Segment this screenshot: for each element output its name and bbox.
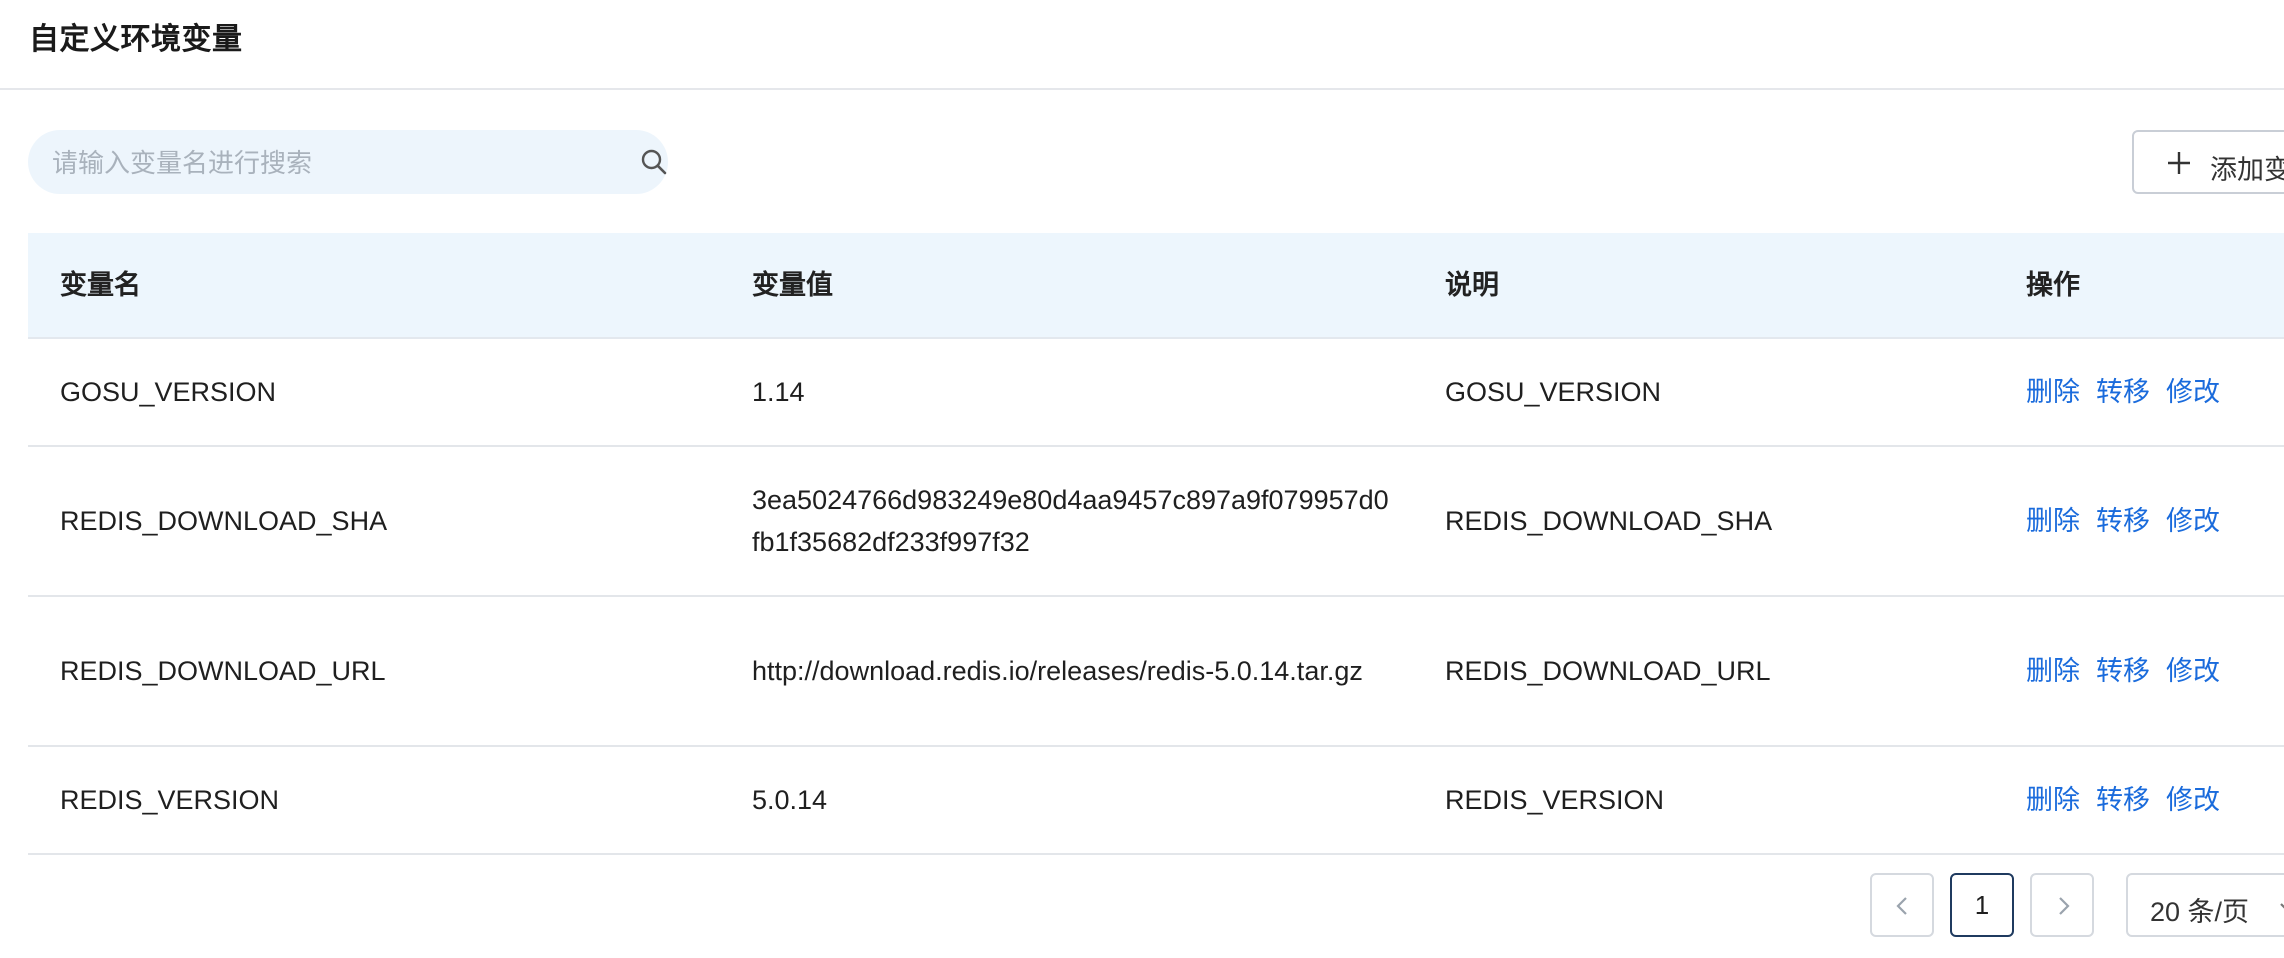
variable-value-cell: 5.0.14 — [752, 747, 1392, 853]
search-icon[interactable] — [640, 148, 668, 176]
page-size-label: 20 条/页 — [2150, 897, 2250, 927]
variables-table: 变量名 变量值 说明 操作 GOSU_VERSION 1.14 GOSU_VER… — [28, 233, 2284, 855]
column-header-actions: 操作 — [2026, 270, 2080, 300]
variable-description: REDIS_DOWNLOAD_URL — [1445, 656, 1771, 686]
delete-link[interactable]: 删除 — [2026, 371, 2080, 413]
variable-description: REDIS_DOWNLOAD_SHA — [1445, 506, 1773, 536]
title-bar: 自定义环境变量 — [0, 0, 2284, 90]
variable-name: GOSU_VERSION — [60, 377, 277, 407]
page-size-select[interactable]: 20 条/页 — [2126, 873, 2284, 937]
env-variables-page: 自定义环境变量 添加变 变量名 变量值 说明 操作 GOSU_VERS — [0, 0, 2284, 958]
variable-description: REDIS_VERSION — [1445, 785, 1665, 815]
table-row: REDIS_DOWNLOAD_SHA 3ea5024766d983249e80d… — [28, 447, 2284, 597]
row-actions: 删除 转移 修改 — [2026, 447, 2236, 595]
variable-value: http://download.redis.io/releases/redis-… — [752, 656, 1363, 686]
chevron-left-icon — [1896, 897, 1907, 915]
variable-description: GOSU_VERSION — [1445, 377, 1662, 407]
prev-page-button[interactable] — [1870, 873, 1934, 937]
column-header-name: 变量名 — [60, 270, 141, 300]
variable-name: REDIS_DOWNLOAD_URL — [60, 656, 386, 686]
chevron-down-icon — [2280, 903, 2284, 909]
transfer-link[interactable]: 转移 — [2096, 371, 2150, 413]
table-row: REDIS_VERSION 5.0.14 REDIS_VERSION 删除 转移… — [28, 747, 2284, 855]
variable-name: REDIS_DOWNLOAD_SHA — [60, 506, 388, 536]
column-header-description: 说明 — [1445, 270, 1499, 300]
plus-icon — [2164, 148, 2194, 178]
delete-link[interactable]: 删除 — [2026, 500, 2080, 542]
variable-value: 5.0.14 — [752, 785, 828, 815]
column-header-value: 变量值 — [752, 270, 833, 300]
table-header: 变量名 变量值 说明 操作 — [28, 233, 2284, 339]
edit-link[interactable]: 修改 — [2166, 371, 2220, 413]
edit-link[interactable]: 修改 — [2166, 650, 2220, 692]
search-input[interactable] — [50, 130, 614, 196]
page-title: 自定义环境变量 — [29, 23, 243, 56]
variable-value-cell: http://download.redis.io/releases/redis-… — [752, 597, 1392, 745]
page-number-button[interactable]: 1 — [1950, 873, 2014, 937]
edit-link[interactable]: 修改 — [2166, 500, 2220, 542]
row-actions: 删除 转移 修改 — [2026, 747, 2236, 853]
add-variable-label: 添加变 — [2210, 155, 2284, 185]
edit-link[interactable]: 修改 — [2166, 779, 2220, 821]
transfer-link[interactable]: 转移 — [2096, 650, 2150, 692]
table-row: REDIS_DOWNLOAD_URL http://download.redis… — [28, 597, 2284, 747]
delete-link[interactable]: 删除 — [2026, 650, 2080, 692]
row-actions: 删除 转移 修改 — [2026, 339, 2236, 445]
add-variable-button[interactable]: 添加变 — [2132, 130, 2284, 194]
search-box[interactable] — [28, 130, 668, 196]
delete-link[interactable]: 删除 — [2026, 779, 2080, 821]
table-row: GOSU_VERSION 1.14 GOSU_VERSION 删除 转移 修改 — [28, 339, 2284, 447]
next-page-button[interactable] — [2030, 873, 2094, 937]
variable-value: 3ea5024766d983249e80d4aa9457c897a9f07995… — [752, 485, 1389, 557]
variable-name: REDIS_VERSION — [60, 785, 280, 815]
variable-value: 1.14 — [752, 377, 805, 407]
row-actions: 删除 转移 修改 — [2026, 597, 2236, 745]
variable-value-cell: 3ea5024766d983249e80d4aa9457c897a9f07995… — [752, 447, 1392, 595]
variable-value-cell: 1.14 — [752, 339, 1392, 445]
transfer-link[interactable]: 转移 — [2096, 500, 2150, 542]
transfer-link[interactable]: 转移 — [2096, 779, 2150, 821]
chevron-right-icon — [2059, 897, 2070, 915]
